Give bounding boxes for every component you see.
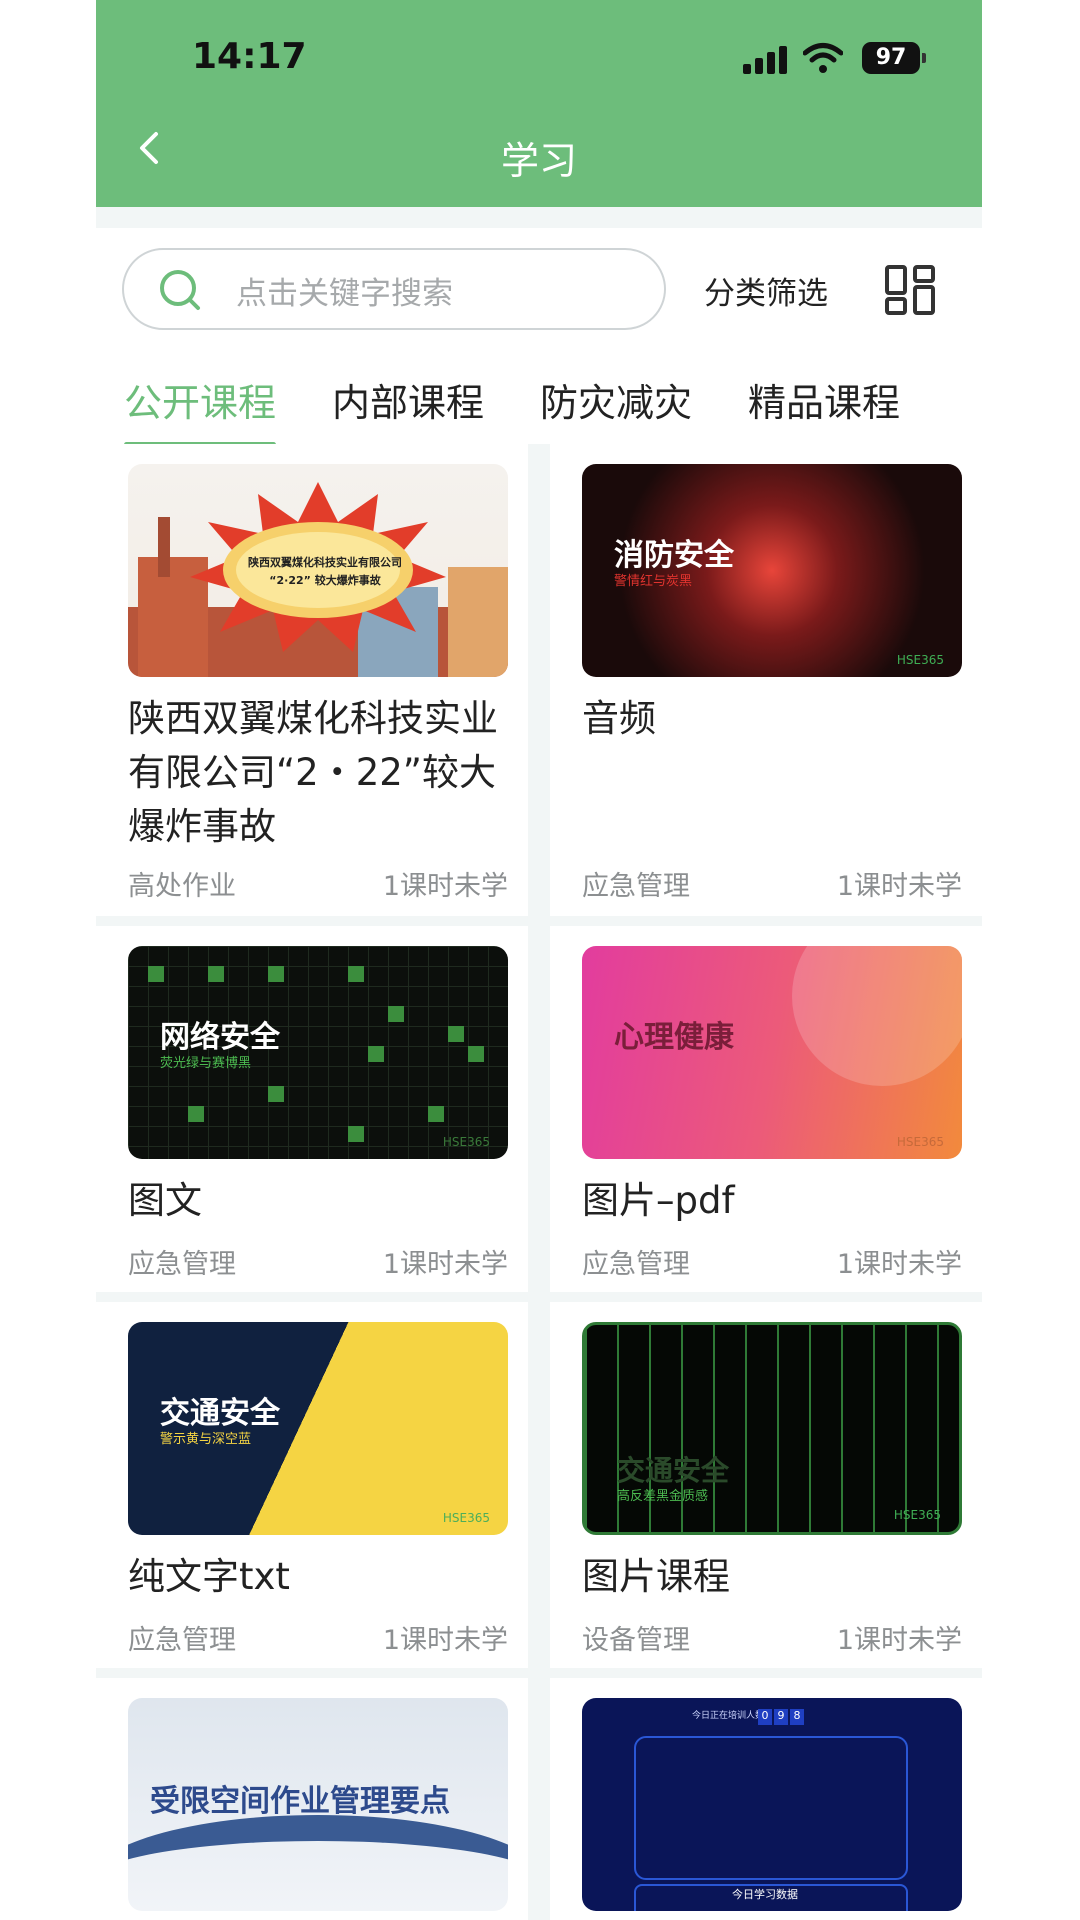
app-header: 14:17 97 学习 <box>96 0 982 207</box>
thumbnail-subtext: 今日正在培训人数 <box>692 1711 765 1721</box>
course-category: 设备管理 <box>582 1625 690 1656</box>
course-thumbnail: 交通安全 警示黄与深空蓝 HSE365 <box>128 1322 508 1535</box>
course-card[interactable]: 受限空间作业管理要点 <box>96 1678 528 1920</box>
battery-tip <box>922 53 926 63</box>
thumbnail-text: 今日学习数据 <box>732 1888 798 1901</box>
course-card[interactable]: 交通安全 高反差黑金质感 HSE365 图片课程 设备管理 1课时未学 <box>550 1302 982 1668</box>
thumbnail-watermark: HSE365 <box>893 1508 941 1522</box>
wifi-icon <box>803 43 843 73</box>
thumbnail-text: 消防安全 <box>614 538 734 573</box>
search-icon <box>160 270 200 310</box>
thumbnail-watermark: HSE365 <box>442 1511 490 1525</box>
phone-screen: 14:17 97 学习 点击关键字搜索 分类筛选 公开课程 内部课程 防灾减灾 … <box>96 0 982 1920</box>
grid-view-icon[interactable] <box>884 264 936 316</box>
tab-public-courses[interactable]: 公开课程 <box>124 372 276 427</box>
search-input[interactable]: 点击关键字搜索 <box>122 248 666 330</box>
category-tabs: 公开课程 内部课程 防灾减灾 精品课程 <box>96 368 982 447</box>
course-thumbnail: 消防安全 警情红与炭黑 HSE365 <box>582 464 962 677</box>
course-card[interactable]: 陕西双翼煤化科技实业有限公司 “2·22” 较大爆炸事故 陕西双翼煤化科技实业有… <box>96 444 528 916</box>
course-card[interactable]: 心理健康 HSE365 图片–pdf 应急管理 1课时未学 <box>550 926 982 1292</box>
thumbnail-text: 陕西双翼煤化科技实业有限公司 <box>248 556 402 569</box>
thumbnail-text: 网络安全 <box>160 1020 280 1055</box>
course-title: 纯文字txt <box>128 1555 290 1598</box>
tab-disaster-prevention[interactable]: 防灾减灾 <box>540 372 692 427</box>
course-thumbnail: 陕西双翼煤化科技实业有限公司 “2·22” 较大爆炸事故 <box>128 464 508 677</box>
course-status: 1课时未学 <box>836 871 962 902</box>
tab-internal-courses[interactable]: 内部课程 <box>332 372 484 427</box>
counter-digit: 9 <box>774 1709 788 1725</box>
course-status: 1课时未学 <box>382 871 508 902</box>
course-category: 应急管理 <box>582 871 690 902</box>
counter-digit: 8 <box>790 1709 804 1725</box>
search-row: 点击关键字搜索 分类筛选 <box>96 228 982 368</box>
thumbnail-subtext: 荧光绿与赛博黑 <box>160 1056 252 1071</box>
course-card[interactable]: 交通安全 警示黄与深空蓝 HSE365 纯文字txt 应急管理 1课时未学 <box>96 1302 528 1668</box>
course-category: 应急管理 <box>128 1249 236 1280</box>
course-thumbnail: 受限空间作业管理要点 <box>128 1698 508 1911</box>
course-card[interactable]: 今日正在培训人数 098 今日学习数据 <box>550 1678 982 1920</box>
tab-premium-courses[interactable]: 精品课程 <box>748 372 900 427</box>
course-title: 音频 <box>582 697 656 740</box>
thumbnail-text: 交通安全 <box>160 1396 280 1431</box>
course-card[interactable]: 消防安全 警情红与炭黑 HSE365 音频 应急管理 1课时未学 <box>550 444 982 916</box>
course-status: 1课时未学 <box>382 1249 508 1280</box>
battery-indicator: 97 <box>862 42 920 74</box>
thumbnail-watermark: HSE365 <box>896 653 944 667</box>
course-card[interactable]: 网络安全 荧光绿与赛博黑 HSE365 图文 应急管理 1课时未学 <box>96 926 528 1292</box>
counter-digit: 0 <box>758 1709 772 1725</box>
signal-icon <box>743 44 791 74</box>
category-filter-button[interactable]: 分类筛选 <box>704 268 828 313</box>
course-thumbnail: 心理健康 HSE365 <box>582 946 962 1159</box>
thumbnail-subtext: 警情红与炭黑 <box>614 574 693 589</box>
course-thumbnail: 网络安全 荧光绿与赛博黑 HSE365 <box>128 946 508 1159</box>
course-title: 图文 <box>128 1179 202 1222</box>
thumbnail-subtext: “2·22” 较大爆炸事故 <box>269 574 381 587</box>
course-title: 陕西双翼煤化科技实业有限公司“2・22”较大爆炸事故 <box>128 697 498 848</box>
course-status: 1课时未学 <box>836 1625 962 1656</box>
course-thumbnail: 今日正在培训人数 098 今日学习数据 <box>582 1698 962 1911</box>
course-category: 应急管理 <box>128 1625 236 1656</box>
thumbnail-text: 交通安全 <box>617 1454 730 1487</box>
course-thumbnail: 交通安全 高反差黑金质感 HSE365 <box>582 1322 962 1535</box>
course-status: 1课时未学 <box>382 1625 508 1656</box>
search-placeholder: 点击关键字搜索 <box>236 276 453 312</box>
thumbnail-counter: 098 <box>758 1704 804 1725</box>
thumbnail-watermark: HSE365 <box>896 1135 944 1149</box>
thumbnail-text: 受限空间作业管理要点 <box>150 1784 450 1819</box>
course-status: 1课时未学 <box>836 1249 962 1280</box>
course-category: 应急管理 <box>582 1249 690 1280</box>
thumbnail-subtext: 高反差黑金质感 <box>617 1489 709 1504</box>
thumbnail-watermark: HSE365 <box>442 1135 490 1149</box>
thumbnail-subtext: 警示黄与深空蓝 <box>160 1432 252 1447</box>
course-title: 图片课程 <box>582 1555 730 1598</box>
status-time: 14:17 <box>192 36 307 77</box>
course-category: 高处作业 <box>128 871 236 902</box>
course-title: 图片–pdf <box>582 1179 735 1222</box>
thumbnail-text: 心理健康 <box>614 1020 734 1055</box>
page-title: 学习 <box>500 139 577 183</box>
